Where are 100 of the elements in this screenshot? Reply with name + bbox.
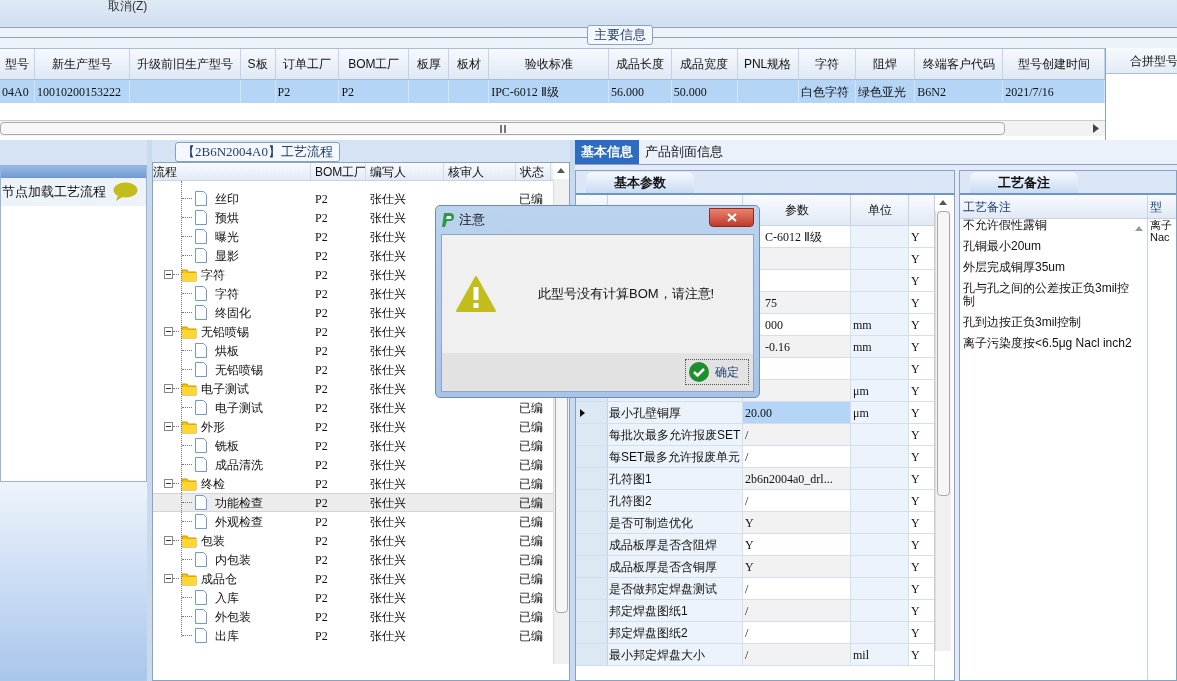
column-header[interactable]: 验收标准 [489, 49, 609, 79]
column-header[interactable]: 合拼型号 [1106, 48, 1177, 74]
param-row[interactable]: 每SET最多允许报废单元 / Y [576, 446, 934, 468]
table-cell: P2 [315, 514, 328, 529]
column-header[interactable]: S板 [240, 49, 276, 79]
tree-row[interactable]: 出库 P2 张仕兴 已编 [153, 626, 553, 645]
column-header[interactable]: 状态 [516, 163, 551, 180]
param-row[interactable]: 最小孔壁铜厚 20.00 μm Y [576, 402, 934, 424]
column-header[interactable]: 成品宽度 [671, 49, 738, 79]
tab[interactable]: 基本信息 [575, 140, 639, 164]
column-header[interactable]: 单位 [851, 195, 909, 225]
scroll-right-icon[interactable] [1093, 124, 1099, 133]
column-header[interactable]: 新生产型号 [34, 49, 130, 79]
table-cell-text: 10010200153222 [36, 83, 121, 101]
column-header[interactable]: PNL规格 [737, 49, 799, 79]
column-header[interactable]: 板材 [449, 49, 490, 79]
param-name: 孔符图1 [609, 470, 652, 488]
tree-row[interactable]: 终固化 P2 张仕兴 [153, 303, 553, 322]
tree-row[interactable]: 外包装 P2 张仕兴 已编 [153, 607, 553, 626]
horizontal-scrollbar[interactable] [0, 120, 1105, 136]
table-row[interactable]: 04A0 10010200153222 P2 P2 IPC-6012 Ⅱ级 56.000 50.000 白色字符 绿色亚光 B6N2 2021/7/16 [0, 80, 1105, 103]
column-header[interactable]: 型号创建时间 [1003, 49, 1105, 79]
column-header[interactable]: 流程 [153, 163, 311, 180]
table-cell-text: 20.00 [745, 404, 772, 422]
param-row[interactable]: 是否做邦定焊盘测试 / Y [576, 578, 934, 600]
collapse-icon[interactable] [164, 270, 173, 279]
tree-row[interactable]: 丝印 P2 张仕兴 已编 [153, 189, 553, 208]
param-name: 孔符图2 [609, 492, 652, 510]
column-header[interactable]: 核审人 [444, 163, 516, 180]
column-header[interactable]: BOM工厂 [339, 49, 410, 79]
table-cell-text: Y [911, 470, 920, 488]
table-cell: 已编 [519, 419, 543, 434]
tree-row[interactable]: 无铅喷锡 P2 张仕兴 [153, 360, 553, 379]
collapse-icon[interactable] [164, 479, 173, 488]
step-label: 成品清洗 [215, 456, 263, 474]
ok-button[interactable]: 确定 [685, 359, 749, 385]
close-button[interactable] [709, 207, 754, 227]
table-cell-text: Y [745, 514, 754, 532]
tree-row[interactable]: 曝光 P2 张仕兴 [153, 227, 553, 246]
column-header[interactable]: 终端客户代码 [915, 49, 1004, 79]
tree-row[interactable]: 终检 P2 张仕兴 已编 [153, 474, 553, 493]
collapse-icon[interactable] [164, 536, 173, 545]
column-header[interactable]: 字符 [798, 49, 857, 79]
tree-row[interactable]: 成品清洗 P2 张仕兴 已编 [153, 455, 553, 474]
table-cell: 已编 [519, 400, 543, 415]
tree-row[interactable]: 显影 P2 张仕兴 [153, 246, 553, 265]
table-cell: 张仕兴 [370, 343, 406, 358]
table-cell: 已编 [519, 552, 543, 567]
param-row[interactable]: 成品板厚是否含铜厚 Y Y [576, 556, 934, 578]
column-header[interactable]: 成品长度 [608, 49, 672, 79]
param-row[interactable]: 孔符图1 2b6n2004a0_drl... Y [576, 468, 934, 490]
tree-row[interactable]: 无铅喷锡 P2 张仕兴 [153, 322, 553, 341]
tree-row[interactable]: 字符 P2 张仕兴 [153, 265, 553, 284]
column-header[interactable]: 阻焊 [856, 49, 916, 79]
group-title: 【2B6N2004A0】工艺流程 [175, 142, 340, 162]
scrollbar[interactable] [935, 211, 951, 651]
param-name: 是否做邦定焊盘测试 [609, 580, 717, 598]
step-label: 出库 [215, 627, 239, 645]
table-cell: 张仕兴 [370, 362, 406, 377]
tree-row[interactable]: 入库 P2 张仕兴 已编 [153, 588, 553, 607]
tree-row[interactable]: 外形 P2 张仕兴 已编 [153, 417, 553, 436]
param-row[interactable]: 成品板厚是否含阻焊 Y Y [576, 534, 934, 556]
param-row[interactable]: 每批次最多允许报废SET / Y [576, 424, 934, 446]
table-cell-text: mm [853, 338, 872, 356]
table-cell-text: / [745, 624, 749, 642]
folder-icon [181, 476, 197, 491]
column-header[interactable]: BOM工厂 [311, 163, 366, 180]
collapse-icon[interactable] [164, 384, 173, 393]
collapse-icon[interactable] [164, 327, 173, 336]
table-cell: 张仕兴 [370, 324, 406, 339]
table-cell: 已编 [519, 191, 543, 206]
param-row[interactable]: 最小邦定焊盘大小 / mil Y [576, 644, 934, 666]
tree-row[interactable]: 电子测试 P2 张仕兴 已编 [153, 398, 553, 417]
tree-row[interactable]: 成品仓 P2 张仕兴 已编 [153, 569, 553, 588]
tree-row[interactable]: 内包装 P2 张仕兴 已编 [153, 550, 553, 569]
app-logo-icon [441, 212, 455, 228]
column-header[interactable]: 工艺备注 [960, 195, 1148, 218]
tree-row[interactable]: 包装 P2 张仕兴 已编 [153, 531, 553, 550]
tree-row[interactable]: 铣板 P2 张仕兴 已编 [153, 436, 553, 455]
tab[interactable]: 工艺备注 [970, 172, 1078, 193]
column-header[interactable]: 订单工厂 [275, 49, 340, 79]
collapse-icon[interactable] [164, 422, 173, 431]
tree-row[interactable]: 功能检查 P2 张仕兴 已编 [153, 493, 553, 512]
panel-hint: 节点加载工艺流程 [2, 183, 106, 202]
column-header[interactable]: 板厚 [409, 49, 450, 79]
column-header[interactable]: 编写人 [366, 163, 444, 180]
tab[interactable]: 产品剖面信息 [639, 140, 729, 164]
tree-row[interactable]: 外观检查 P2 张仕兴 已编 [153, 512, 553, 531]
column-header[interactable]: 型号 [0, 49, 35, 79]
tab[interactable]: 基本参数 [586, 172, 694, 193]
param-row[interactable]: 邦定焊盘图纸2 / Y [576, 622, 934, 644]
cancel-button[interactable]: 取消(Z) [108, 0, 148, 13]
column-header[interactable]: 型 [1148, 195, 1176, 218]
tree-row[interactable]: 烘板 P2 张仕兴 [153, 341, 553, 360]
param-row[interactable]: 孔符图2 / Y [576, 490, 934, 512]
tree-row[interactable]: 电子测试 P2 张仕兴 [153, 379, 553, 398]
param-row[interactable]: 是否可制造优化 Y Y [576, 512, 934, 534]
collapse-icon[interactable] [164, 574, 173, 583]
param-row[interactable]: 邦定焊盘图纸1 / Y [576, 600, 934, 622]
column-header[interactable]: 升级前旧生产型号 [129, 49, 241, 79]
